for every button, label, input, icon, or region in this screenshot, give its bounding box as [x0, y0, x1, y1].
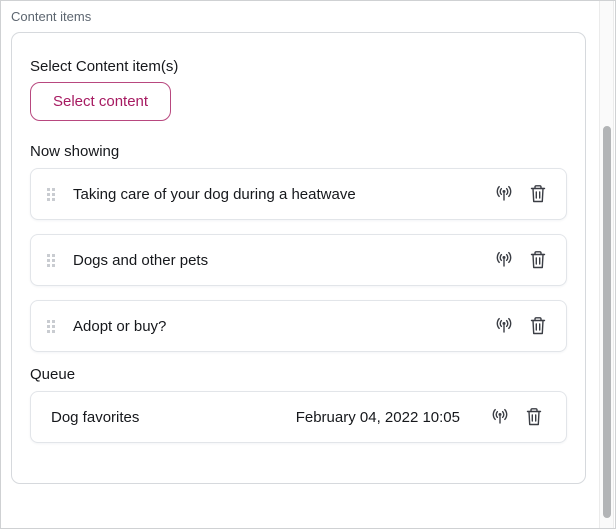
scheduled-timestamp: February 04, 2022 10:05	[296, 409, 460, 426]
broadcast-icon[interactable]	[492, 182, 516, 206]
now-showing-row[interactable]: Adopt or buy?	[30, 300, 567, 352]
trash-icon[interactable]	[526, 182, 550, 206]
content-item-title: Taking care of your dog during a heatwav…	[73, 186, 356, 203]
now-showing-row[interactable]: Taking care of your dog during a heatwav…	[30, 168, 567, 220]
select-content-button[interactable]: Select content	[30, 82, 171, 121]
trash-icon[interactable]	[526, 248, 550, 272]
drag-handle-icon[interactable]	[47, 188, 55, 201]
scrollbar-thumb[interactable]	[603, 126, 611, 518]
select-content-label: Select Content item(s)	[30, 58, 567, 75]
trash-icon[interactable]	[522, 405, 546, 429]
drag-handle-icon[interactable]	[47, 320, 55, 333]
content-item-title: Dog favorites	[51, 409, 139, 426]
vertical-scrollbar[interactable]	[599, 1, 614, 528]
queue-label: Queue	[30, 366, 567, 383]
content-item-title: Dogs and other pets	[73, 252, 208, 269]
content-item-title: Adopt or buy?	[73, 318, 166, 335]
broadcast-icon[interactable]	[492, 314, 516, 338]
content-items-panel: Select Content item(s) Select content No…	[11, 32, 586, 484]
queue-row[interactable]: Dog favorites February 04, 2022 10:05	[30, 391, 567, 443]
now-showing-label: Now showing	[30, 143, 567, 160]
drag-handle-icon[interactable]	[47, 254, 55, 267]
trash-icon[interactable]	[526, 314, 550, 338]
broadcast-icon[interactable]	[492, 248, 516, 272]
now-showing-row[interactable]: Dogs and other pets	[30, 234, 567, 286]
broadcast-icon[interactable]	[488, 405, 512, 429]
field-label-content-items: Content items	[11, 9, 615, 24]
content-items-editor: Content items Select Content item(s) Sel…	[0, 0, 616, 529]
